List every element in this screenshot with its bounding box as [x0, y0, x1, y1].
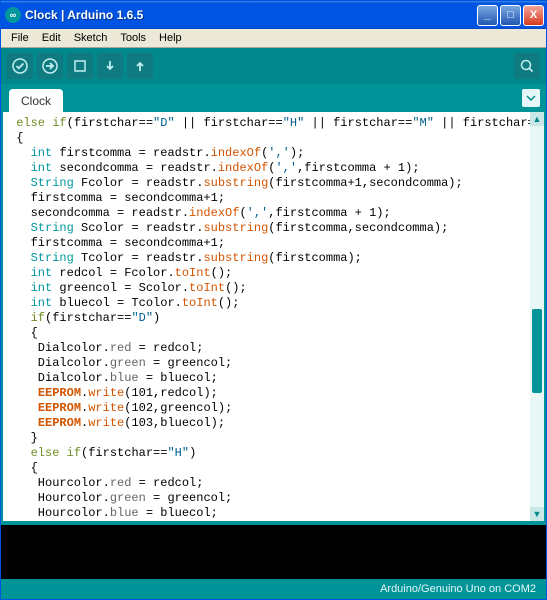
open-button[interactable]: [97, 53, 123, 79]
code-editor[interactable]: else if(firstchar=="D" || firstchar=="H"…: [3, 112, 530, 521]
tab-menu-button[interactable]: [522, 89, 540, 107]
menu-sketch[interactable]: Sketch: [68, 30, 114, 46]
menu-file[interactable]: File: [5, 30, 35, 46]
minimize-button[interactable]: _: [477, 5, 498, 26]
menu-tools[interactable]: Tools: [114, 30, 152, 46]
menu-edit[interactable]: Edit: [36, 30, 67, 46]
board-info: Arduino/Genuino Uno on COM2: [380, 583, 536, 595]
scroll-track[interactable]: [530, 126, 544, 507]
vertical-scrollbar[interactable]: ▲ ▼: [530, 112, 544, 521]
tabs-row: Clock: [1, 84, 546, 112]
titlebar[interactable]: ∞ Clock | Arduino 1.6.5 _ □ X: [1, 1, 546, 29]
verify-button[interactable]: [7, 53, 33, 79]
menubar: File Edit Sketch Tools Help: [1, 29, 546, 48]
scroll-up-button[interactable]: ▲: [530, 112, 544, 126]
menu-help[interactable]: Help: [153, 30, 188, 46]
new-button[interactable]: [67, 53, 93, 79]
serial-monitor-button[interactable]: [514, 53, 540, 79]
upload-button[interactable]: [37, 53, 63, 79]
window-controls: _ □ X: [477, 5, 544, 26]
scroll-thumb[interactable]: [532, 309, 542, 393]
scroll-down-button[interactable]: ▼: [530, 507, 544, 521]
console-panel: [1, 523, 546, 579]
tab-clock[interactable]: Clock: [9, 89, 63, 112]
maximize-button[interactable]: □: [500, 5, 521, 26]
editor-area: else if(firstchar=="D" || firstchar=="H"…: [1, 112, 546, 523]
toolbar: [1, 48, 546, 84]
app-window: ∞ Clock | Arduino 1.6.5 _ □ X File Edit …: [0, 0, 547, 600]
arduino-icon: ∞: [5, 7, 21, 23]
close-button[interactable]: X: [523, 5, 544, 26]
statusbar: Arduino/Genuino Uno on COM2: [1, 579, 546, 599]
window-title: Clock | Arduino 1.6.5: [25, 8, 477, 22]
save-button[interactable]: [127, 53, 153, 79]
